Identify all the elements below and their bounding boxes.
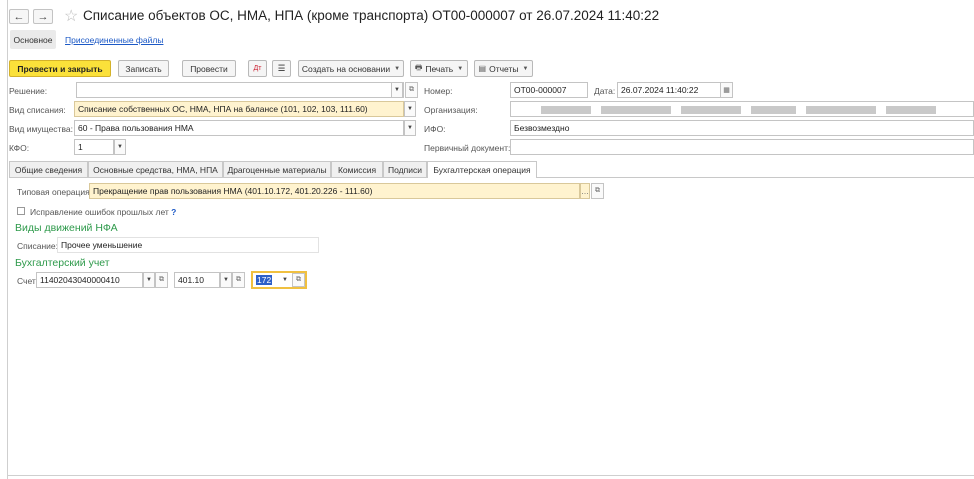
ellipsis-icon: … [581,186,589,196]
property-type-label: Вид имущества: [9,124,73,134]
redacted-text [681,106,741,114]
tab-signatures[interactable]: Подписи [383,161,427,177]
list-doc-button[interactable]: ☰ [272,60,291,77]
redacted-text [601,106,671,114]
calendar-icon: ▦ [723,87,730,94]
post-button[interactable]: Провести [182,60,236,77]
tab-commission[interactable]: Комиссия [331,161,383,177]
primary-doc-label: Первичный документ: [424,143,511,153]
window-border-bottom [7,475,974,476]
redacted-text [751,106,796,114]
decision-open-button[interactable]: ⧉ [405,82,418,98]
account-label: Счет: [17,276,39,286]
tab-precious-materials[interactable]: Драгоценные материалы [223,161,331,177]
open-link-icon: ⧉ [236,276,241,283]
back-button[interactable]: ← [9,9,29,24]
account-kbk-open-button[interactable]: ⧉ [155,272,168,288]
open-link-icon: ⧉ [159,276,164,283]
writeoff-label: Списание: [17,241,58,251]
accounting-entries-button[interactable]: Дт [248,60,267,77]
kfo-dropdown[interactable]: ▼ [114,139,126,155]
chevron-down-icon: ▼ [394,87,400,93]
account-kbk-dropdown[interactable]: ▼ [143,272,155,288]
open-link-icon: ⧉ [595,187,600,194]
tab-general-info[interactable]: Общие сведения [9,161,88,177]
writeoff-type-label: Вид списания: [9,105,66,115]
window-title: Списание объектов ОС, НМА, НПА (кроме тр… [83,8,660,23]
post-and-close-button[interactable]: Провести и закрыть [9,60,111,77]
chevron-down-icon: ▼ [407,125,413,131]
fix-errors-label: Исправление ошибок прошлых лет ? [30,207,177,217]
chevron-down-icon: ▼ [394,65,401,72]
chevron-down-icon: ▼ [282,277,288,283]
reports-button[interactable]: ▤ Отчеты ▼ [474,60,533,77]
forward-button[interactable]: → [33,9,53,24]
chevron-down-icon: ▼ [522,65,529,72]
printer-icon: 🖶 [414,62,423,72]
account-kosgu-open-button[interactable]: ⧉ [292,273,305,287]
open-link-icon: ⧉ [296,276,301,283]
tab-main[interactable]: Основное [10,30,56,49]
writeoff-type-dropdown[interactable]: ▼ [404,101,416,117]
number-label: Номер: [424,86,453,96]
typical-operation-input[interactable]: Прекращение прав пользования НМА (401.10… [89,183,580,199]
typical-operation-label: Типовая операция: [17,187,93,197]
account-synthetic-input[interactable]: 401.10 [174,272,220,288]
ifo-input[interactable]: Безвозмездно [510,120,974,136]
favorite-star-icon[interactable]: ☆ [64,6,78,26]
report-icon: ▤ [478,64,487,73]
redacted-text [886,106,936,114]
chevron-down-icon: ▼ [457,65,464,72]
dt-kt-icon: Дт [253,65,262,72]
account-kbk-input[interactable]: 11402043040000410 [36,272,143,288]
redacted-text [806,106,876,114]
account-synthetic-dropdown[interactable]: ▼ [220,272,232,288]
organization-label: Организация: [424,105,478,115]
fix-errors-checkbox[interactable] [17,207,25,215]
chevron-down-icon: ▼ [407,106,413,112]
arrow-left-icon: ← [13,10,25,23]
writeoff-type-input[interactable]: Списание собственных ОС, НМА, НПА на бал… [74,101,404,117]
property-type-dropdown[interactable]: ▼ [404,120,416,136]
account-kosgu-dropdown[interactable]: ▼ [279,273,291,287]
number-input[interactable]: ОТ00-000007 [510,82,588,98]
tab-accounting-operation[interactable]: Бухгалтерская операция [427,161,537,178]
typical-operation-open-button[interactable]: ⧉ [591,183,604,199]
chevron-down-icon: ▼ [117,144,123,150]
date-input[interactable]: 26.07.2024 11:40:22 [617,82,721,98]
tab-attached-files[interactable]: Присоединенные файлы [65,35,163,45]
accounting-header: Бухгалтерский учет [15,257,110,269]
print-button[interactable]: 🖶 Печать ▼ [410,60,468,77]
kfo-label: КФО: [9,143,30,153]
typical-operation-select-button[interactable]: … [580,183,590,199]
arrow-right-icon: → [37,10,49,23]
help-icon[interactable]: ? [171,207,176,217]
tab-fixed-assets[interactable]: Основные средства, НМА, НПА [88,161,223,177]
date-calendar-button[interactable]: ▦ [720,82,733,98]
create-based-on-button[interactable]: Создать на основании ▼ [298,60,404,77]
open-link-icon: ⧉ [409,86,414,93]
account-synthetic-open-button[interactable]: ⧉ [232,272,245,288]
document-list-icon: ☰ [277,63,286,73]
window-border-left [7,0,8,479]
property-type-input[interactable]: 60 - Права пользования НМА [74,120,404,136]
chevron-down-icon: ▼ [223,277,229,283]
kfo-input[interactable]: 1 [74,139,114,155]
redacted-text [541,106,591,114]
decision-label: Решение: [9,86,48,96]
nfa-movements-header: Виды движений НФА [15,222,118,234]
ifo-label: ИФО: [424,124,446,134]
save-button[interactable]: Записать [118,60,169,77]
date-label: Дата: [594,86,616,96]
writeoff-input[interactable]: Прочее уменьшение [57,237,319,253]
decision-input[interactable] [76,82,404,98]
organization-input[interactable] [510,101,974,117]
primary-doc-input[interactable] [510,139,974,155]
chevron-down-icon: ▼ [146,277,152,283]
decision-dropdown[interactable]: ▼ [391,82,403,98]
